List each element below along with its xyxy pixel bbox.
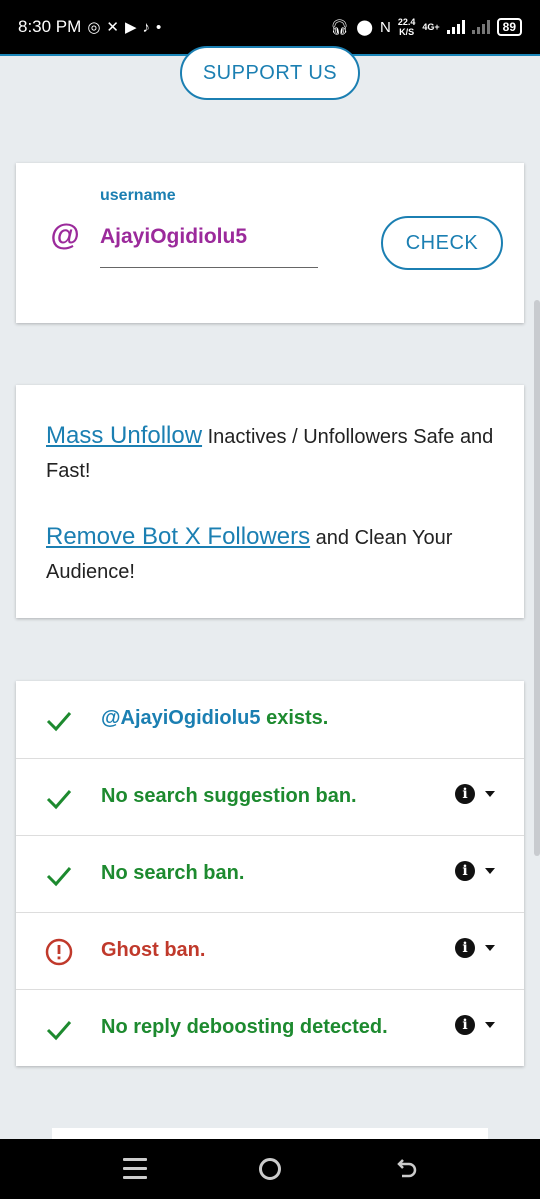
- check-icon: [46, 790, 72, 810]
- network-type: 4G+: [422, 22, 440, 32]
- remove-bots-link[interactable]: Remove Bot X Followers: [46, 523, 310, 550]
- recent-apps-icon[interactable]: [123, 1158, 147, 1180]
- signal-icon: [446, 20, 465, 34]
- info-icon[interactable]: i: [455, 938, 475, 958]
- result-row-exists: @AjayiOgidiolu5 exists.: [16, 681, 524, 758]
- promo-card: Mass Unfollow Inactives / Unfollowers Sa…: [16, 385, 524, 618]
- result-text: No search ban.: [101, 862, 245, 884]
- caret-down-icon[interactable]: [485, 945, 495, 951]
- at-icon: @: [50, 219, 80, 252]
- username-underline: [100, 267, 318, 268]
- username-input[interactable]: AjayiOgidiolu5: [100, 225, 318, 249]
- result-text: @AjayiOgidiolu5 exists.: [101, 707, 328, 730]
- check-icon: [46, 867, 72, 887]
- check-icon: [46, 1021, 72, 1041]
- tiktok-icon: ♪: [142, 18, 151, 36]
- nfc-icon: N: [380, 18, 391, 36]
- status-left: 8:30 PM ◎ ✕ ▶ ♪ •: [18, 17, 161, 37]
- username-label: username: [100, 187, 176, 204]
- result-row-ghost-ban: Ghost ban. i: [16, 912, 524, 989]
- youtube-icon: ▶: [124, 18, 137, 36]
- alert-circle-icon: [45, 938, 73, 966]
- result-label: exists.: [260, 707, 329, 729]
- speed-unit: K/S: [399, 27, 415, 37]
- network-speed: 22.4 K/S: [398, 17, 416, 37]
- promo-line-bots: Remove Bot X Followers and Clean Your Au…: [46, 520, 494, 589]
- status-right: 🎧︎ ⬤ N 22.4 K/S 4G+ 89: [330, 17, 522, 37]
- result-text: No search suggestion ban.: [101, 785, 357, 807]
- info-icon[interactable]: i: [455, 861, 475, 881]
- result-text: No reply deboosting detected.: [101, 1016, 388, 1038]
- check-icon: [46, 712, 72, 732]
- info-icon[interactable]: i: [455, 1015, 475, 1035]
- check-button[interactable]: CHECK: [381, 216, 503, 270]
- promo-line-unfollow: Mass Unfollow Inactives / Unfollowers Sa…: [46, 419, 494, 488]
- username-card: username @ AjayiOgidiolu5 CHECK: [16, 163, 524, 323]
- signal-2-icon: [471, 20, 490, 34]
- scrollbar[interactable]: [534, 300, 540, 856]
- x-icon: ✕: [106, 18, 119, 36]
- info-icon[interactable]: i: [455, 784, 475, 804]
- caret-down-icon[interactable]: [485, 1022, 495, 1028]
- home-icon[interactable]: [259, 1158, 281, 1180]
- result-text: Ghost ban.: [101, 939, 206, 961]
- support-us-button[interactable]: SUPPORT US: [180, 46, 360, 100]
- result-row-search-ban: No search ban. i: [16, 835, 524, 912]
- whatsapp-icon: ◎: [87, 18, 101, 36]
- battery-icon: 89: [496, 18, 522, 36]
- mass-unfollow-link[interactable]: Mass Unfollow: [46, 422, 202, 449]
- navigation-bar: [0, 1139, 540, 1199]
- headphones-icon: 🎧︎: [330, 18, 350, 36]
- caret-down-icon[interactable]: [485, 868, 495, 874]
- status-time: 8:30 PM: [18, 17, 82, 36]
- result-handle: @AjayiOgidiolu5: [101, 707, 261, 729]
- caret-down-icon[interactable]: [485, 791, 495, 797]
- result-row-search-suggestion: No search suggestion ban. i: [16, 758, 524, 835]
- location-icon: ⬤: [356, 18, 373, 36]
- back-icon[interactable]: [394, 1156, 418, 1180]
- results-card: @AjayiOgidiolu5 exists. No search sugges…: [16, 681, 524, 1066]
- result-row-reply-deboosting: No reply deboosting detected. i: [16, 989, 524, 1066]
- speed-value: 22.4: [397, 17, 416, 27]
- dot-icon: •: [156, 18, 162, 36]
